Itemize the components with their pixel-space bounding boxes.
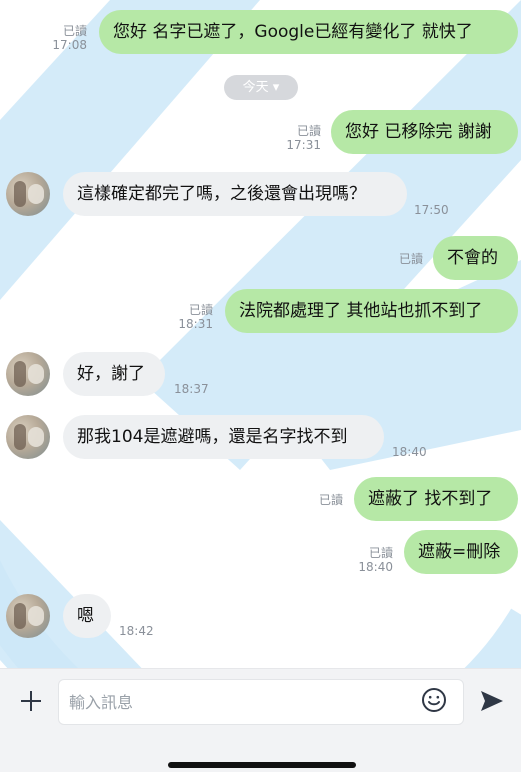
- message-time: 18:37: [174, 382, 209, 396]
- message-input[interactable]: [58, 679, 464, 725]
- avatar[interactable]: [6, 594, 50, 638]
- read-receipt: 已讀: [296, 124, 321, 138]
- message-time: 17:31: [286, 138, 321, 152]
- read-receipt: 已讀: [368, 546, 393, 560]
- message-bubble-outgoing[interactable]: 遮蔽了 找不到了: [354, 477, 518, 521]
- message-time: 18:40: [392, 445, 427, 459]
- message-time: 17:50: [414, 203, 449, 217]
- message-time: 17:08: [52, 38, 87, 52]
- home-indicator: [168, 762, 356, 768]
- message-time: 18:42: [119, 624, 154, 638]
- read-receipt: 已讀: [318, 493, 343, 507]
- message-bubble-outgoing[interactable]: 您好 已移除完 謝謝: [331, 110, 518, 154]
- message-bubble-outgoing[interactable]: 您好 名字已遮了，Google已經有變化了 就快了: [99, 10, 518, 54]
- message-composer: [0, 668, 521, 772]
- message-bubble-outgoing[interactable]: 遮蔽=刪除: [404, 530, 518, 574]
- chat-thread: 已讀 17:08 您好 名字已遮了，Google已經有變化了 就快了 今天 ▾ …: [0, 0, 521, 668]
- message-time: 18:31: [178, 317, 213, 331]
- date-divider[interactable]: 今天 ▾: [224, 75, 298, 100]
- smiley-icon[interactable]: [421, 687, 447, 713]
- message-bubble-incoming[interactable]: 嗯: [63, 594, 111, 638]
- send-icon[interactable]: [478, 687, 506, 715]
- message-time: 18:40: [358, 560, 393, 574]
- read-receipt: 已讀: [398, 252, 423, 266]
- message-bubble-outgoing[interactable]: 法院都處理了 其他站也抓不到了: [225, 289, 518, 333]
- plus-icon[interactable]: [15, 685, 47, 717]
- avatar[interactable]: [6, 352, 50, 396]
- message-bubble-outgoing[interactable]: 不會的: [433, 236, 518, 280]
- message-bubble-incoming[interactable]: 那我104是遮避嗎，還是名字找不到: [63, 415, 384, 459]
- avatar[interactable]: [6, 415, 50, 459]
- avatar[interactable]: [6, 172, 50, 216]
- message-bubble-incoming[interactable]: 好，謝了: [63, 352, 165, 396]
- message-bubble-incoming[interactable]: 這樣確定都完了嗎，之後還會出現嗎？: [63, 172, 407, 216]
- read-receipt: 已讀: [62, 24, 87, 38]
- read-receipt: 已讀: [188, 303, 213, 317]
